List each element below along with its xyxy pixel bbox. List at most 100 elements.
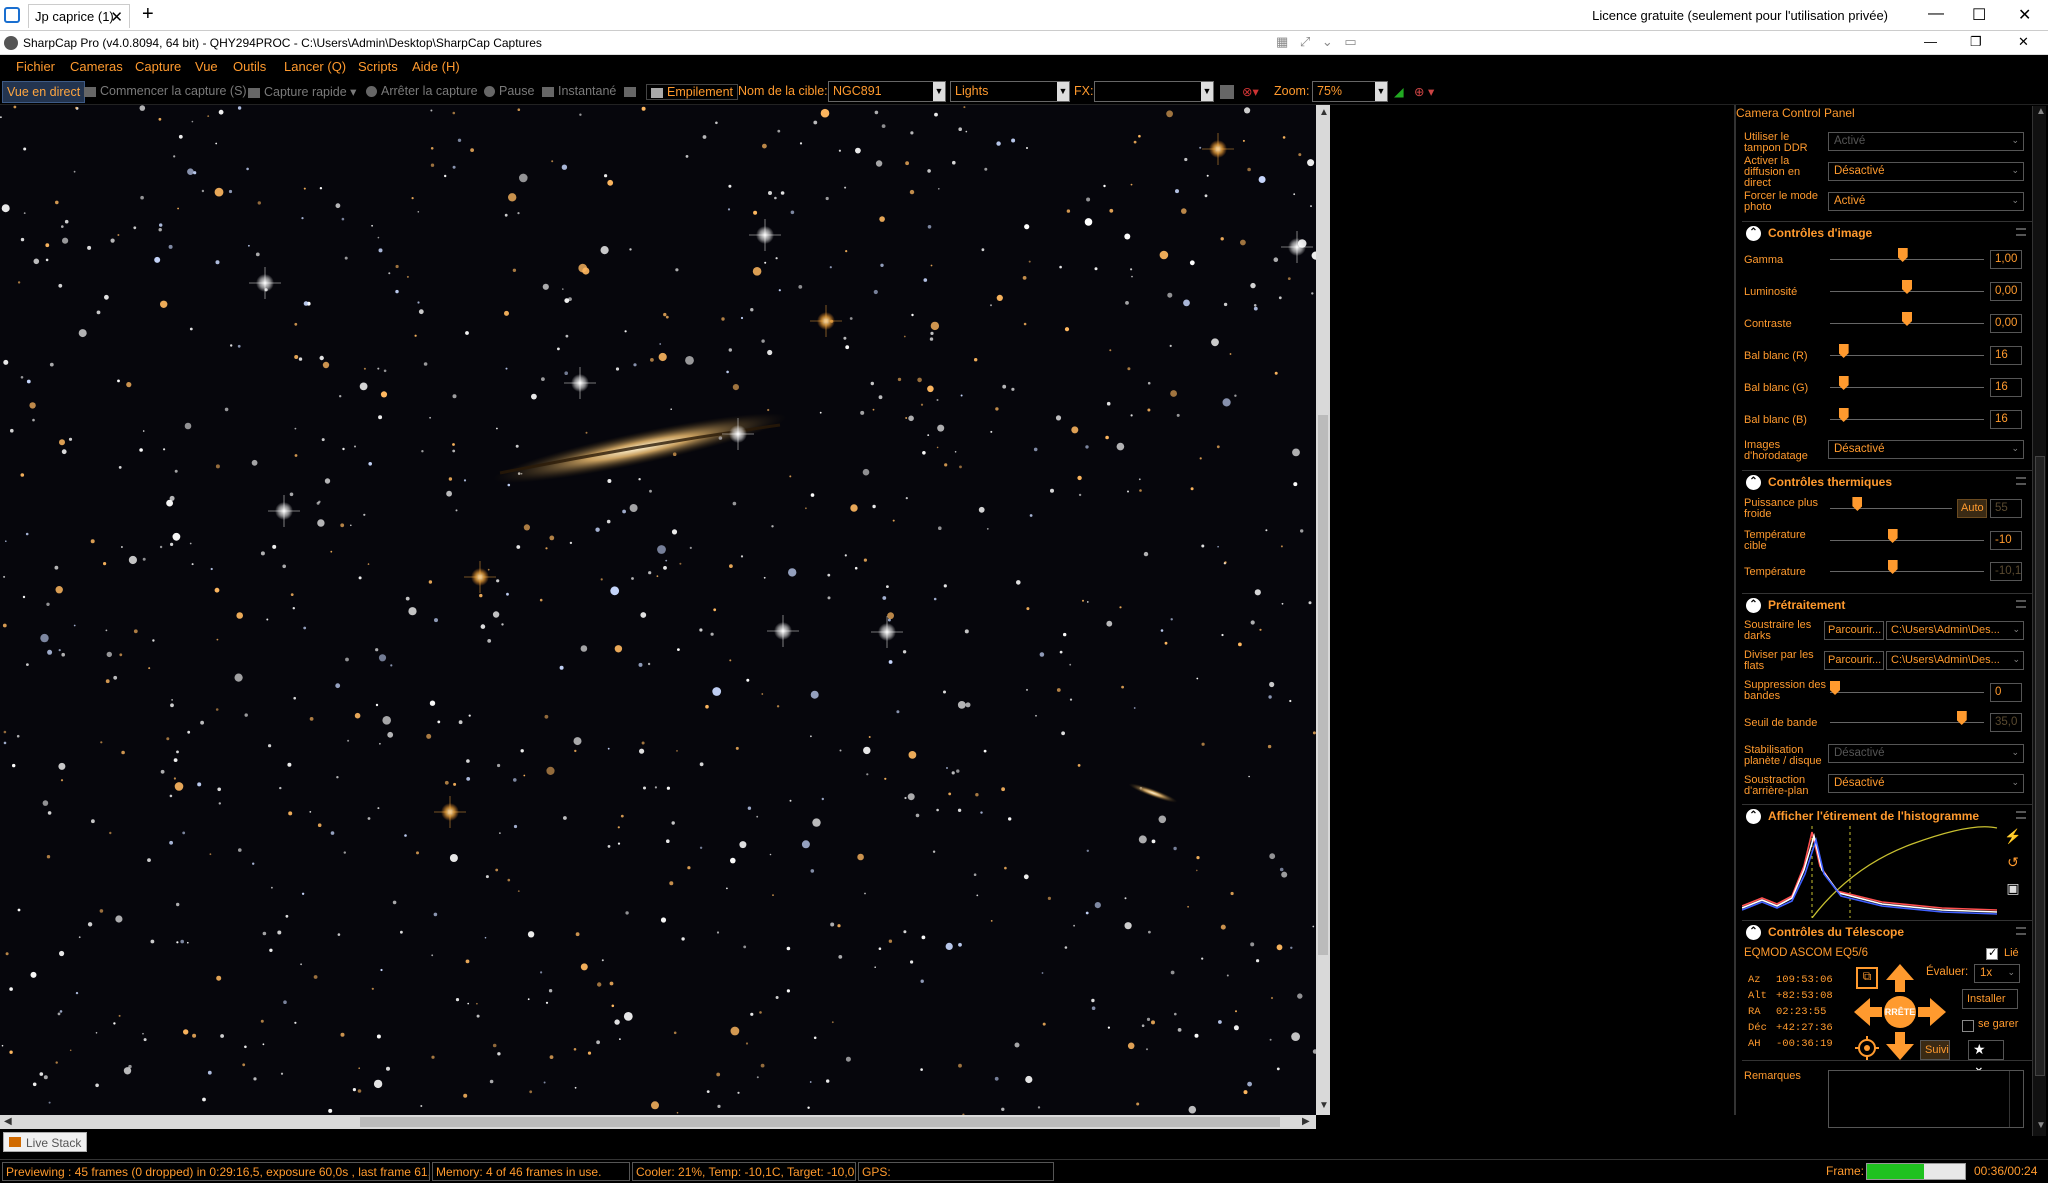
live-stream-select[interactable]: Désactivé ⌄ (1828, 162, 2024, 181)
banding-value[interactable]: 0 (1990, 683, 2022, 702)
drag-grip-icon[interactable] (2016, 927, 2026, 935)
brightness-value[interactable]: 0,00 (1990, 282, 2022, 301)
drag-grip-icon[interactable] (2016, 600, 2026, 608)
menu-cameras[interactable]: Cameras (70, 59, 123, 74)
band-threshold-slider-knob[interactable] (1956, 711, 1967, 725)
image-controls-header[interactable]: ⌃ Contrôles d'image (1742, 221, 2032, 243)
vertical-scrollbar[interactable]: ▲ ▼ (1316, 105, 1330, 1115)
banding-slider[interactable] (1830, 681, 1984, 695)
wb-blue-value[interactable]: 16 (1990, 410, 2022, 429)
arrow-up-icon[interactable] (1884, 962, 1916, 994)
live-view-button[interactable]: Vue en direct (2, 81, 86, 103)
settings-icon[interactable] (624, 84, 640, 98)
linked-checkbox[interactable]: ✓ (1986, 947, 1998, 960)
reticle-options-icon[interactable]: ⊕ ▾ (1414, 84, 1434, 99)
photo-mode-select[interactable]: Activé ⌄ (1828, 192, 2024, 211)
chevron-down-icon[interactable]: ▼ (933, 82, 945, 101)
fx-combo[interactable]: ▼ (1094, 81, 1214, 102)
scroll-right-icon[interactable]: ▶ (1302, 1116, 1310, 1127)
close-icon[interactable]: ✕ (2018, 5, 2031, 25)
histogram-plot[interactable] (1742, 826, 2000, 918)
collapse-icon[interactable]: ⌃ (1746, 809, 1761, 824)
wb-red-value[interactable]: 16 (1990, 346, 2022, 365)
window-minimize-icon[interactable]: — (1924, 34, 1937, 49)
gamma-slider-knob[interactable] (1897, 248, 1908, 262)
contrast-value[interactable]: 0,00 (1990, 314, 2022, 333)
new-tab-icon[interactable]: + (142, 3, 154, 26)
close-tab-icon[interactable]: ✕ (110, 8, 123, 26)
chevron-down-icon[interactable]: ▼ (1201, 82, 1213, 101)
target-temp-slider-knob[interactable] (1887, 529, 1898, 543)
slew-to-target-icon[interactable]: ⧉ (1856, 967, 1878, 989)
wb-green-slider[interactable] (1830, 376, 1984, 390)
preprocessing-header[interactable]: ⌃ Prétraitement (1742, 593, 2032, 615)
fx-settings-icon[interactable] (1220, 84, 1238, 99)
lightning-icon[interactable]: ⚡ (2004, 828, 2022, 846)
chevron-down-icon[interactable]: ▼ (1375, 82, 1387, 101)
background-subtraction-select[interactable]: Désactivé ⌄ (1828, 774, 2024, 793)
scroll-up-icon[interactable]: ▲ (1319, 107, 1329, 118)
panel-scrollbar[interactable]: ▲ ▼ (2032, 106, 2046, 1136)
window-restore-icon[interactable]: ❐ (1970, 34, 1982, 50)
snapshot-button[interactable]: Instantané (542, 84, 616, 98)
reset-icon[interactable]: ↺ (2004, 854, 2022, 872)
drag-grip-icon[interactable] (2016, 228, 2026, 236)
histogram-icon[interactable]: ◢ (1394, 84, 1404, 99)
drag-grip-icon[interactable] (2016, 811, 2026, 819)
collapse-icon[interactable]: ⌃ (1746, 226, 1761, 241)
track-button[interactable]: Suivi (1920, 1040, 1950, 1060)
reticle-icon[interactable]: ⊗▾ (1242, 84, 1259, 99)
wb-blue-slider[interactable] (1830, 408, 1984, 422)
histogram-header[interactable]: ⌃ Afficher l'étirement de l'histogramme (1742, 804, 2032, 826)
scroll-down-icon[interactable]: ▼ (1319, 1100, 1329, 1111)
save-icon[interactable]: ▣ (2004, 880, 2022, 898)
brightness-slider[interactable] (1830, 280, 1984, 294)
favorites-star-icon[interactable]: ★ ⌄ (1968, 1040, 2004, 1074)
scroll-left-icon[interactable]: ◀ (4, 1116, 12, 1127)
crosshair-icon[interactable] (1855, 1036, 1879, 1060)
stop-slew-button[interactable]: RRÊTE (1884, 996, 1916, 1028)
panel-scroll-down-icon[interactable]: ▼ (2036, 1120, 2046, 1131)
menu-lancer[interactable]: Lancer (Q) (284, 59, 346, 74)
live-stack-tab[interactable]: Live Stack (3, 1132, 87, 1152)
stabilisation-select[interactable]: Désactivé ⌄ (1828, 744, 2024, 763)
drag-grip-icon[interactable] (2016, 477, 2026, 485)
ddr-buffer-select[interactable]: Activé ⌄ (1828, 132, 2024, 151)
collapse-icon[interactable]: ⌃ (1746, 475, 1761, 490)
brightness-slider-knob[interactable] (1902, 280, 1912, 294)
cooler-auto-button[interactable]: Auto (1957, 499, 1987, 518)
panel-scroll-thumb[interactable] (2035, 456, 2045, 1076)
window-close-icon[interactable]: ✕ (2018, 34, 2029, 50)
chevron-down-icon[interactable]: ▼ (1057, 82, 1069, 101)
menu-scripts[interactable]: Scripts (358, 59, 398, 74)
wb-red-slider[interactable] (1830, 344, 1984, 358)
menu-vue[interactable]: Vue (195, 59, 218, 74)
arrow-right-icon[interactable] (1916, 996, 1948, 1028)
telescope-header[interactable]: ⌃ Contrôles du Télescope (1742, 920, 2032, 942)
target-name-combo[interactable]: NGC891 ▼ (828, 81, 946, 102)
session-tab[interactable]: Jp caprice (1) ✕ (28, 4, 130, 28)
menu-outils[interactable]: Outils (233, 59, 266, 74)
darks-path-select[interactable]: C:\Users\Admin\Des... ⌄ (1886, 621, 2024, 640)
quick-capture-button[interactable]: Capture rapide ▾ (248, 84, 356, 99)
stop-capture-button[interactable]: Arrêter la capture (366, 84, 478, 98)
banding-slider-knob[interactable] (1830, 681, 1840, 695)
remote-toolbar-icons[interactable]: ▦ ⤢ ⌄ ▭ (1276, 34, 1361, 50)
contrast-slider-knob[interactable] (1902, 312, 1912, 326)
install-button[interactable]: Installer (1962, 989, 2018, 1009)
timestamp-select[interactable]: Désactivé ⌄ (1828, 440, 2024, 459)
wb-red-slider-knob[interactable] (1838, 344, 1849, 358)
frame-type-combo[interactable]: Lights ▼ (950, 81, 1070, 102)
thermal-controls-header[interactable]: ⌃ Contrôles thermiques (1742, 470, 2032, 492)
arrow-left-icon[interactable] (1852, 996, 1884, 1028)
rate-select[interactable]: 1x ⌄ (1974, 964, 2020, 983)
wb-green-slider-knob[interactable] (1838, 376, 1849, 390)
pause-button[interactable]: Pause (484, 84, 534, 98)
arrow-down-icon[interactable] (1884, 1030, 1916, 1062)
vertical-scroll-thumb[interactable] (1318, 415, 1328, 955)
panel-scroll-up-icon[interactable]: ▲ (2036, 106, 2046, 117)
notes-scrollbar[interactable] (2009, 1071, 2023, 1127)
wb-blue-slider-knob[interactable] (1838, 408, 1849, 422)
menu-capture[interactable]: Capture (135, 59, 181, 74)
zoom-combo[interactable]: 75% ▼ (1312, 81, 1388, 102)
